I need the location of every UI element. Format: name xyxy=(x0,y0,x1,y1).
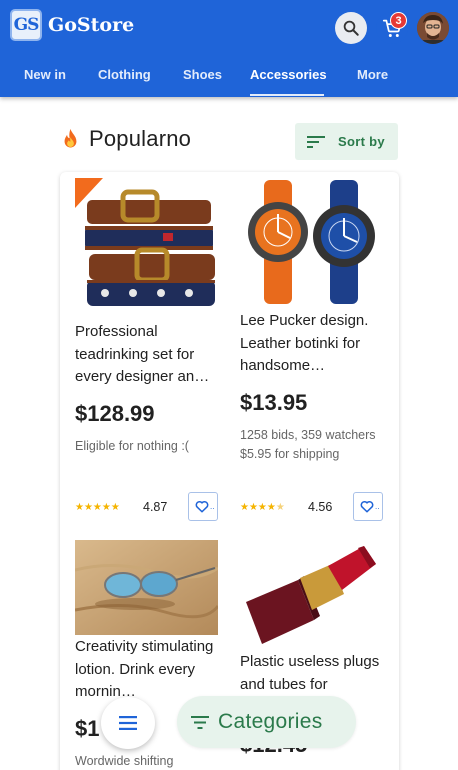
menu-fab[interactable] xyxy=(101,697,155,749)
rating-stars: ★★★★★ xyxy=(240,502,285,513)
product-card[interactable]: Professional teadrinking set for every d… xyxy=(60,172,230,532)
fire-icon xyxy=(64,128,77,148)
search-button[interactable] xyxy=(335,12,367,44)
section-title: Popularno xyxy=(89,126,192,151)
product-image-lipstick[interactable] xyxy=(240,540,382,648)
product-image-sunglasses[interactable] xyxy=(75,540,218,635)
product-price: $13.95 xyxy=(240,390,308,415)
sort-button-label: Sort by xyxy=(338,134,385,149)
categories-button-label: Categories xyxy=(218,710,323,733)
sort-button[interactable]: Sort by xyxy=(295,123,398,160)
heart-icon xyxy=(360,500,374,513)
tab-shoes[interactable]: Shoes xyxy=(183,67,222,82)
tab-accessories[interactable]: Accessories xyxy=(250,67,327,82)
product-title[interactable]: Professional teadrinking set for every d… xyxy=(75,321,217,389)
app-header: GS GoStore 3 New in Clothing Shoes Acces… xyxy=(0,0,458,97)
cart-count-badge: 3 xyxy=(390,12,407,29)
app-logo[interactable]: GS xyxy=(10,9,42,41)
app-brand-name[interactable]: GoStore xyxy=(48,14,134,36)
product-card[interactable]: Lee Pucker design. Leather botinki for h… xyxy=(230,172,399,532)
sort-icon xyxy=(307,135,325,148)
page: GS GoStore 3 New in Clothing Shoes Acces… xyxy=(0,0,458,770)
rating-stars: ★★★★★ xyxy=(75,502,120,513)
product-title[interactable]: Plastic useless plugs and tubes for xyxy=(240,651,390,697)
section-header: Popularno xyxy=(60,126,191,152)
product-title[interactable]: Creativity stimulating lotion. Drink eve… xyxy=(75,636,220,704)
product-rating: 4.87 xyxy=(143,500,168,514)
categories-button[interactable]: Categories xyxy=(177,696,356,748)
product-title[interactable]: Lee Pucker design. Leather botinki for h… xyxy=(240,310,390,378)
tab-new-in[interactable]: New in xyxy=(24,67,66,82)
product-grid: Professional teadrinking set for every d… xyxy=(60,172,399,770)
filter-icon xyxy=(191,715,209,729)
category-nav: New in Clothing Shoes Accessories More xyxy=(0,56,458,96)
tab-more[interactable]: More xyxy=(357,67,388,82)
tab-clothing[interactable]: Clothing xyxy=(98,67,151,82)
product-price: $128.99 xyxy=(75,401,155,426)
search-icon xyxy=(343,20,359,36)
menu-icon xyxy=(119,716,137,730)
product-shipping-note: Wordwide shifting xyxy=(75,754,174,768)
product-shipping-note: 1258 bids, 359 watchers $5.95 for shippi… xyxy=(240,428,376,461)
product-rating: 4.56 xyxy=(308,500,333,514)
product-price: $1 xyxy=(75,716,100,741)
product-image-belts[interactable] xyxy=(75,178,217,310)
favorite-button[interactable]: .. xyxy=(353,492,383,521)
user-avatar[interactable] xyxy=(417,12,449,44)
heart-icon xyxy=(195,500,209,513)
product-shipping-note: Eligible for nothing :( xyxy=(75,439,189,453)
favorite-button[interactable]: .. xyxy=(188,492,218,521)
active-tab-indicator xyxy=(250,94,324,96)
product-image-watches[interactable] xyxy=(240,180,382,304)
